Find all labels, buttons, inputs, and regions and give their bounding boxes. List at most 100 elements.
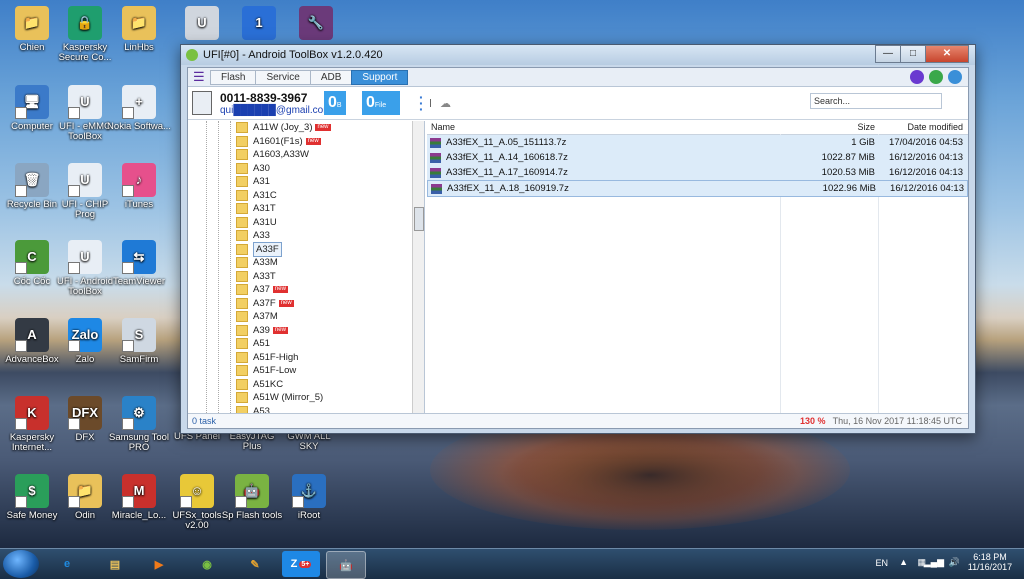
tree-item[interactable]: A30 bbox=[236, 162, 270, 176]
search-input[interactable]: Search... bbox=[810, 93, 942, 109]
tree-item[interactable]: A51F-High bbox=[236, 351, 298, 365]
window-content: ☰ Flash Service ADB Support 0011-8839-3967 … bbox=[187, 67, 969, 429]
desktop-icon[interactable]: ⚙ Samsung Tool PRO bbox=[107, 396, 171, 453]
desktop-icon[interactable]: ⚓ iRoot bbox=[277, 474, 341, 521]
column-name[interactable]: Name bbox=[431, 121, 455, 134]
file-name: A33fEX_11_A.05_151113.7z bbox=[446, 137, 567, 148]
start-button[interactable] bbox=[3, 550, 39, 578]
toolbar: ☰ Flash Service ADB Support bbox=[188, 68, 968, 87]
desktop-icon[interactable]: U bbox=[170, 6, 234, 43]
tree-item-label: A37 bbox=[253, 284, 270, 296]
desktop-icon[interactable]: + Nokia Softwa... bbox=[107, 85, 171, 132]
desktop-icon-label: iRoot bbox=[297, 510, 321, 521]
refresh-icon[interactable] bbox=[929, 70, 943, 84]
column-size[interactable]: Size bbox=[787, 121, 875, 134]
desktop-icon[interactable]: ♪ iTunes bbox=[107, 163, 171, 210]
tab-flash[interactable]: Flash bbox=[210, 70, 257, 85]
desktop-icon[interactable]: EasyJTAG Plus bbox=[220, 432, 284, 452]
tree-item[interactable]: A31T bbox=[236, 202, 276, 216]
file-row[interactable]: A33fEX_11_A.14_160618.7z 1022.87 MiB 16/12… bbox=[427, 150, 968, 165]
desktop-icon[interactable]: ⇆ TeamViewer bbox=[107, 240, 171, 287]
shortcut-icon: M bbox=[122, 474, 156, 508]
clock[interactable]: 6:18 PM 11/16/2017 bbox=[964, 552, 1016, 572]
tab-support[interactable]: Support bbox=[351, 70, 409, 85]
coccoc-browser-icon[interactable]: ◉ bbox=[188, 551, 226, 577]
tree-item[interactable]: A37 new bbox=[236, 283, 288, 297]
tree-item[interactable]: A33M bbox=[236, 256, 278, 270]
tab-service[interactable]: Service bbox=[255, 70, 311, 85]
email-address: qui██████@gmail.com bbox=[220, 105, 332, 116]
folder-icon bbox=[236, 189, 248, 201]
file-row[interactable]: A33fEX_11_A.05_151113.7z 1 GiB 17/04/2016 … bbox=[427, 135, 968, 150]
hamburger-menu-icon[interactable]: ☰ bbox=[193, 70, 205, 83]
folder-icon bbox=[236, 216, 248, 228]
water-reflection bbox=[500, 430, 800, 520]
tab-adb[interactable]: ADB bbox=[309, 70, 353, 85]
desktop-icon[interactable]: 🔧 bbox=[284, 6, 348, 43]
file-date: 16/12/2016 04:13 bbox=[889, 167, 963, 178]
desktop-icon[interactable]: 🤖 Sp Flash tools bbox=[220, 474, 284, 521]
file-explorer-icon[interactable]: ▤ bbox=[96, 551, 134, 577]
tree-item-label: A51 bbox=[253, 338, 270, 350]
tree-item[interactable]: A51W (Mirror_5) bbox=[236, 391, 323, 405]
paint-icon[interactable]: ✎ bbox=[236, 551, 274, 577]
tree-item-label: A51KC bbox=[253, 378, 284, 390]
zalo-badge: 5+ bbox=[299, 560, 312, 568]
model-tree[interactable]: A11W (Joy_3) new A1601(F1s) new A1603,A33W A3… bbox=[188, 121, 425, 415]
signal-icon[interactable]: ▂▄▆ bbox=[924, 557, 944, 568]
tree-item[interactable]: A31C bbox=[236, 189, 277, 203]
tree-scrollbar[interactable] bbox=[412, 121, 424, 415]
desktop-icon-label: Samsung Tool PRO bbox=[108, 432, 170, 453]
folder-icon bbox=[236, 135, 248, 147]
desktop-icon-label: GWM ALL SKY bbox=[287, 431, 331, 452]
close-button[interactable]: ✕ bbox=[925, 45, 969, 63]
connect-icon[interactable] bbox=[910, 70, 924, 84]
phone-number: 0011-8839-3967 bbox=[220, 91, 308, 105]
folder-icon bbox=[236, 338, 248, 350]
status-bar: 0 task 130 % Thu, 16 Nov 2017 11:18:45 U… bbox=[188, 413, 968, 428]
file-row[interactable]: A33fEX_11_A.17_160914.7z 1020.53 MiB 16/12… bbox=[427, 165, 968, 180]
tree-item[interactable]: A33 bbox=[236, 229, 270, 243]
tree-item[interactable]: A37M bbox=[236, 310, 278, 324]
desktop-icon[interactable]: M Miracle_Lo... bbox=[107, 474, 171, 521]
tab-strip: Flash Service ADB Support bbox=[210, 70, 409, 85]
maximize-button[interactable]: □ bbox=[900, 45, 926, 63]
media-player-icon[interactable]: ▶ bbox=[140, 551, 178, 577]
window-titlebar[interactable]: UFI[#0] - Android ToolBox v1.2.0.420 — □… bbox=[181, 45, 975, 65]
minimize-button[interactable]: — bbox=[875, 45, 901, 63]
tree-item[interactable]: A31 bbox=[236, 175, 270, 189]
tree-item[interactable]: A39 new bbox=[236, 324, 288, 338]
desktop-icon[interactable]: 📁 LinHbs bbox=[107, 6, 171, 53]
cloud-icon[interactable]: ☁ bbox=[440, 97, 451, 110]
tree-item[interactable]: A1601(F1s) new bbox=[236, 135, 321, 149]
device-card-icon bbox=[192, 91, 212, 115]
internet-explorer-icon[interactable]: e bbox=[48, 551, 86, 577]
tree-item-label: A11W (Joy_3) bbox=[253, 122, 313, 134]
shortcut-icon: ⚙ bbox=[122, 396, 156, 430]
tray-arrow-icon[interactable]: ▲ bbox=[899, 557, 908, 567]
more-options-icon[interactable]: · · · bbox=[419, 90, 424, 116]
tree-item[interactable]: A51 bbox=[236, 337, 270, 351]
zalo-taskbar-icon[interactable]: Z 5+ bbox=[282, 551, 320, 577]
tree-item[interactable]: A37F new bbox=[236, 297, 294, 311]
desktop-icon[interactable]: 1 bbox=[227, 6, 291, 43]
shortcut-icon: U bbox=[68, 240, 102, 274]
language-indicator[interactable]: EN bbox=[875, 558, 888, 568]
tree-item[interactable]: A33F bbox=[236, 241, 282, 257]
tree-item[interactable]: A51F-Low bbox=[236, 364, 296, 378]
settings-gear-icon[interactable] bbox=[948, 70, 962, 84]
scrollbar-thumb[interactable] bbox=[414, 207, 424, 231]
android-toolbox-taskbar-button[interactable]: 🤖 bbox=[326, 551, 366, 579]
file-row[interactable]: A33fEX_11_A.18_160919.7z 1022.96 MiB 16/12… bbox=[427, 180, 968, 197]
column-date[interactable]: Date modified bbox=[877, 121, 963, 134]
desktop-icon[interactable]: S SamFirm bbox=[107, 318, 171, 365]
tree-item[interactable]: A31U bbox=[236, 216, 277, 230]
tree-item[interactable]: A51KC bbox=[236, 378, 283, 392]
tree-item[interactable]: A33T bbox=[236, 270, 276, 284]
tree-item[interactable]: A1603,A33W bbox=[236, 148, 309, 162]
desktop-icon[interactable]: GWM ALL SKY bbox=[277, 432, 341, 452]
file-name: A33fEX_11_A.17_160914.7z bbox=[446, 167, 568, 178]
tree-item[interactable]: A11W (Joy_3) new bbox=[236, 121, 331, 135]
volume-icon[interactable]: 🔊 bbox=[949, 557, 960, 568]
archive-icon bbox=[431, 184, 442, 194]
